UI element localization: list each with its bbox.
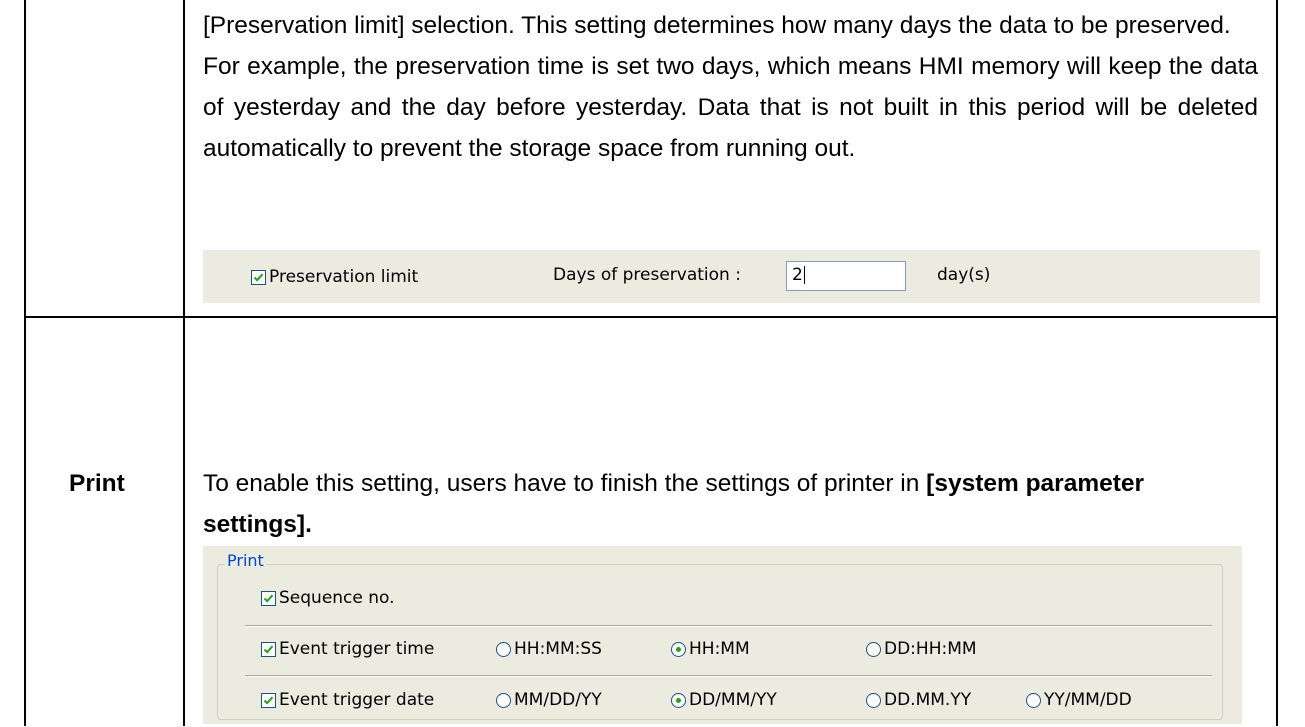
event-trigger-time-checkbox[interactable]: Event trigger time	[261, 639, 434, 659]
checkbox-checked-icon[interactable]	[261, 692, 276, 708]
table-column-divider	[183, 0, 185, 726]
radio-date-yymmdd[interactable]: YY/MM/DD	[1026, 690, 1132, 710]
days-unit-label: day(s)	[937, 265, 991, 285]
text-caret	[803, 266, 805, 284]
radio-date-dd-mm-yy[interactable]: DD.MM.YY	[866, 690, 971, 710]
table-row-divider	[24, 316, 1278, 318]
radio-date-ddmmyy-label: DD/MM/YY	[689, 690, 777, 710]
print-row-label: Print	[69, 470, 125, 497]
separator-1	[245, 625, 1212, 626]
print-description: To enable this setting, users have to fi…	[203, 463, 1258, 545]
preservation-paragraph-1: [Preservation limit] selection. This set…	[203, 12, 1231, 39]
radio-date-dd-mm-yy-label: DD.MM.YY	[884, 690, 972, 710]
radio-selected-icon[interactable]	[671, 641, 686, 657]
event-trigger-time-label: Event trigger time	[279, 639, 435, 659]
radio-unselected-icon[interactable]	[1026, 692, 1041, 708]
radio-date-ddmmyy[interactable]: DD/MM/YY	[671, 690, 777, 710]
radio-date-yymmdd-label: YY/MM/DD	[1044, 690, 1132, 710]
table-left-border	[24, 0, 26, 726]
preservation-settings-panel: Preservation limit Days of preservation …	[203, 250, 1260, 303]
event-trigger-date-label: Event trigger date	[279, 690, 435, 710]
checkbox-checked-icon[interactable]	[261, 590, 276, 606]
radio-unselected-icon[interactable]	[866, 692, 881, 708]
radio-selected-icon[interactable]	[671, 692, 686, 708]
radio-time-hhmm-label: HH:MM	[689, 639, 750, 659]
radio-time-ddhhmm[interactable]: DD:HH:MM	[866, 639, 977, 659]
checkbox-checked-icon[interactable]	[251, 269, 266, 285]
radio-time-hhmm[interactable]: HH:MM	[671, 639, 750, 659]
preservation-limit-label: Preservation limit	[269, 267, 419, 287]
sequence-no-checkbox[interactable]: Sequence no.	[261, 588, 395, 608]
event-trigger-date-checkbox[interactable]: Event trigger date	[261, 690, 434, 710]
print-settings-panel: Print Sequence no. Event trigger time HH…	[203, 546, 1242, 724]
radio-time-hhmmss[interactable]: HH:MM:SS	[496, 639, 602, 659]
radio-date-mmddyy-label: MM/DD/YY	[514, 690, 602, 710]
separator-2	[245, 675, 1212, 676]
preservation-description: [Preservation limit] selection. This set…	[203, 5, 1258, 169]
radio-time-ddhhmm-label: DD:HH:MM	[884, 639, 977, 659]
preservation-limit-checkbox[interactable]: Preservation limit	[251, 267, 418, 287]
radio-time-hhmmss-label: HH:MM:SS	[514, 639, 602, 659]
days-of-preservation-input[interactable]: 2	[786, 261, 906, 291]
preservation-paragraph-2: For example, the preservation time is se…	[203, 53, 1258, 162]
print-group-title: Print	[225, 551, 266, 570]
radio-unselected-icon[interactable]	[866, 641, 881, 657]
days-value: 2	[792, 265, 803, 285]
checkbox-checked-icon[interactable]	[261, 641, 276, 657]
sequence-no-label: Sequence no.	[279, 588, 395, 608]
radio-unselected-icon[interactable]	[496, 641, 511, 657]
days-of-preservation-label: Days of preservation :	[553, 265, 741, 285]
table-right-border	[1276, 0, 1278, 726]
radio-unselected-icon[interactable]	[496, 692, 511, 708]
print-description-text: To enable this setting, users have to fi…	[203, 470, 927, 497]
radio-date-mmddyy[interactable]: MM/DD/YY	[496, 690, 602, 710]
